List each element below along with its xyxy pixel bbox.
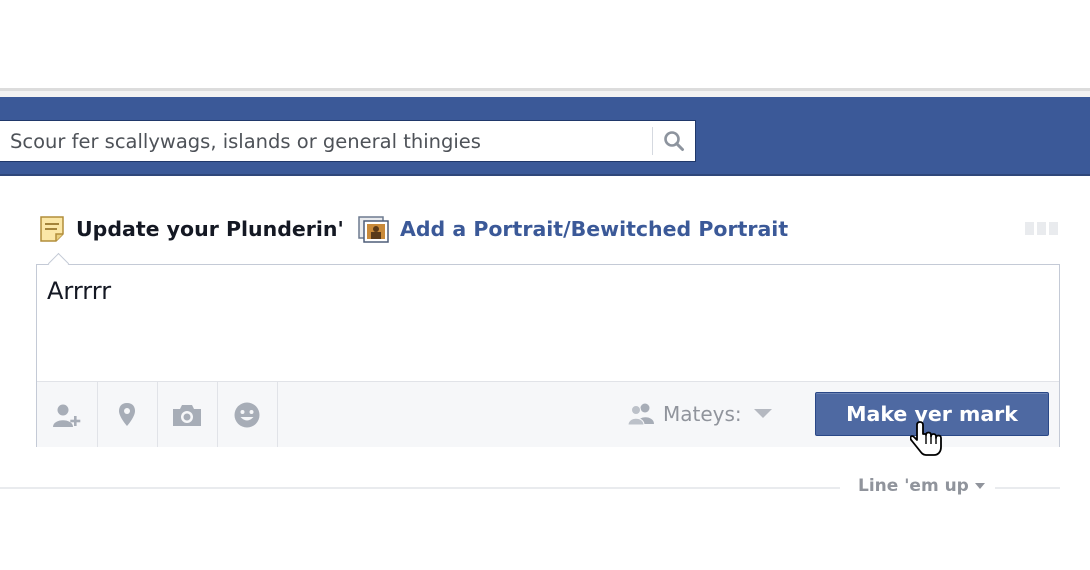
tab-update-status[interactable]: Update your Plunderin' (38, 210, 344, 248)
post-button[interactable]: Make yer mark (815, 392, 1049, 436)
chevron-down-icon (753, 409, 772, 418)
tab-add-photo[interactable]: Add a Portrait/Bewitched Portrait (358, 210, 788, 248)
emoji-button[interactable] (217, 382, 278, 447)
location-pin-icon (119, 402, 135, 426)
search-bar (0, 120, 696, 162)
search-button[interactable] (653, 121, 695, 161)
location-button[interactable] (97, 382, 158, 447)
sort-feed-dropdown[interactable]: Line 'em up (858, 476, 985, 496)
composer-footer: Mateys: Make yer mark (37, 381, 1059, 447)
sort-feed-label: Line 'em up (858, 476, 969, 496)
status-textarea[interactable]: Arrrrr (37, 265, 1059, 381)
tab-update-status-label: Update your Plunderin' (76, 217, 344, 241)
composer-tabs: Update your Plunderin' Add a Portrait/Be… (38, 210, 1058, 250)
friends-icon (627, 403, 654, 426)
tab-add-photo-label: Add a Portrait/Bewitched Portrait (400, 217, 789, 241)
more-options-icon[interactable] (1025, 222, 1058, 235)
feed-divider (0, 487, 840, 489)
camera-button[interactable] (157, 382, 218, 447)
smiley-icon (234, 402, 260, 427)
audience-label: Mateys: (663, 402, 742, 426)
audience-selector[interactable]: Mateys: (627, 399, 772, 429)
tag-friends-icon (53, 404, 81, 427)
search-input[interactable] (0, 121, 652, 161)
feed-divider-right (995, 487, 1060, 489)
search-icon (664, 131, 684, 151)
tag-friends-button[interactable] (37, 382, 98, 447)
note-icon (40, 216, 64, 242)
camera-icon (173, 404, 201, 426)
photo-album-icon (358, 216, 389, 243)
composer-box: Arrrrr Mateys: Make yer mark (36, 252, 1060, 447)
caret-down-icon (974, 482, 985, 489)
